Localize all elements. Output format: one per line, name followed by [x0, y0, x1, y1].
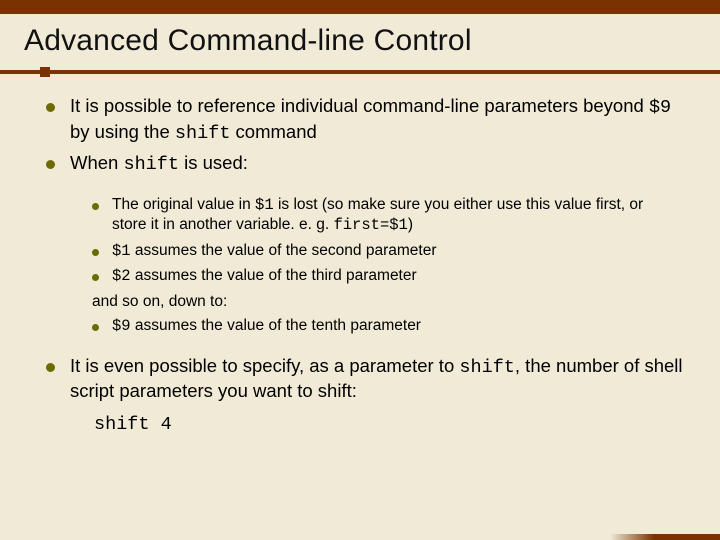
code-inline: $2 — [112, 267, 131, 285]
bullet-item: The original value in $1 is lost (so mak… — [92, 195, 680, 236]
bullet-item: $1 assumes the value of the second param… — [92, 241, 680, 261]
text: It is even possible to specify, as a par… — [70, 355, 459, 376]
code-inline: $1 — [255, 196, 274, 214]
code-inline: shift — [123, 154, 179, 175]
text: assumes the value of the second paramete… — [131, 242, 437, 259]
bullet-item: It is even possible to specify, as a par… — [46, 354, 684, 437]
code-inline: $9 — [649, 97, 671, 118]
text: command — [230, 121, 316, 142]
main-content-2: It is even possible to specify, as a par… — [0, 342, 720, 437]
text: assumes the value of the tenth parameter — [131, 317, 421, 334]
slide-bottom-accent — [610, 534, 720, 540]
slide-title: Advanced Command-line Control — [24, 24, 696, 58]
code-inline: $9 — [112, 317, 131, 335]
text: The original value in — [112, 196, 255, 213]
text: is used: — [179, 152, 248, 173]
code-block: shift 4 — [70, 413, 684, 437]
text: When — [70, 152, 123, 173]
slide-top-bar — [0, 0, 720, 14]
sub-content: The original value in $1 is lost (so mak… — [0, 183, 720, 337]
code-inline: shift — [175, 123, 231, 144]
bullet-list-sub: The original value in $1 is lost (so mak… — [92, 195, 680, 287]
bullet-item: $2 assumes the value of the third parame… — [92, 266, 680, 286]
bullet-list-sub-2: $9 assumes the value of the tenth parame… — [92, 316, 680, 336]
code-inline: first=$1 — [333, 216, 407, 234]
interline-text: and so on, down to: — [92, 292, 680, 312]
title-area: Advanced Command-line Control — [0, 14, 720, 64]
bullet-item: It is possible to reference individual c… — [46, 94, 684, 145]
text: It is possible to reference individual c… — [70, 95, 649, 116]
code-inline: shift — [459, 357, 515, 378]
bullet-list-main: It is possible to reference individual c… — [46, 94, 684, 177]
bullet-item: $9 assumes the value of the tenth parame… — [92, 316, 680, 336]
text: assumes the value of the third parameter — [131, 267, 417, 284]
title-rule — [0, 70, 720, 74]
code-inline: $1 — [112, 242, 131, 260]
bullet-list-main-2: It is even possible to specify, as a par… — [46, 354, 684, 437]
text: ) — [408, 216, 413, 233]
bullet-item: When shift is used: — [46, 151, 684, 177]
main-content: It is possible to reference individual c… — [0, 74, 720, 177]
text: by using the — [70, 121, 175, 142]
